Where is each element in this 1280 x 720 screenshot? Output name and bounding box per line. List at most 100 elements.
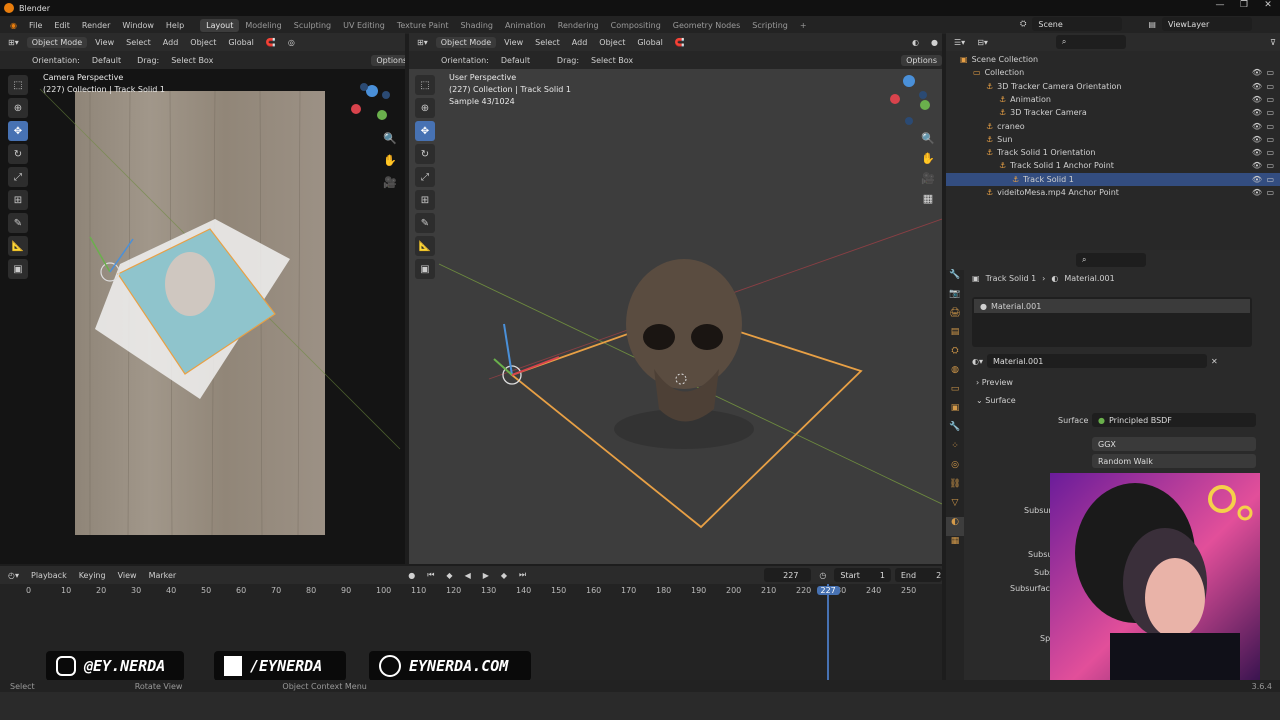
menu-file[interactable]: File: [23, 21, 48, 30]
world-tab-icon[interactable]: ◍: [946, 365, 964, 384]
outliner-item[interactable]: ⚓ Animation 👁 ▭: [946, 93, 1280, 106]
select-box-icon-right[interactable]: ⬚: [415, 75, 435, 95]
timeline-menu-view[interactable]: View: [114, 570, 141, 581]
constraints-tab-icon[interactable]: ⛓: [946, 479, 964, 498]
play-reverse-icon[interactable]: ◀: [461, 570, 475, 581]
preview-section[interactable]: › Preview: [976, 378, 1013, 387]
render-camera-icon[interactable]: ▭: [1266, 188, 1274, 197]
outliner-item[interactable]: ⚓ Track Solid 1 👁 ▭: [946, 172, 1280, 186]
outliner-item[interactable]: ⚓ craneo 👁 ▭: [946, 120, 1280, 133]
scale-icon[interactable]: ⤢: [8, 167, 28, 187]
editor-type-icon-right[interactable]: ⊞▾: [413, 37, 432, 48]
workspace-tab-sculpting[interactable]: Sculpting: [288, 19, 337, 32]
pan-hand-icon[interactable]: ✋: [381, 151, 399, 169]
material-name-field[interactable]: Material.001: [987, 354, 1207, 368]
outliner-item[interactable]: ⚓ Track Solid 1 Anchor Point 👁 ▭: [946, 159, 1280, 172]
next-key-icon[interactable]: ◆: [497, 570, 511, 581]
prev-key-icon[interactable]: ◆: [442, 570, 456, 581]
modifier-tab-icon[interactable]: 🔧: [946, 422, 964, 441]
timeline-menu-playback[interactable]: Playback: [27, 570, 71, 581]
annotate-icon-right[interactable]: ✎: [415, 213, 435, 233]
outliner-item[interactable]: ▣ Scene Collection: [946, 53, 1280, 66]
scene-selector[interactable]: Scene: [1032, 17, 1123, 31]
render-camera-icon[interactable]: ▭: [1266, 148, 1274, 157]
left-orientation-dropdown[interactable]: Default: [88, 55, 125, 66]
outliner-item[interactable]: ⚓ videitoMesa.mp4 Anchor Point 👁 ▭: [946, 186, 1280, 199]
visibility-eye-icon[interactable]: 👁: [1252, 135, 1262, 144]
grid-icon-right[interactable]: ▦: [919, 189, 937, 207]
workspace-tab-uv-editing[interactable]: UV Editing: [337, 19, 391, 32]
left-menu-object[interactable]: Object: [186, 37, 220, 48]
render-camera-icon[interactable]: ▭: [1266, 95, 1274, 104]
outliner-editor-icon[interactable]: ☰▾: [950, 37, 969, 48]
render-camera-icon[interactable]: ▭: [1266, 108, 1274, 117]
left-navigation-gizmo[interactable]: [346, 75, 392, 123]
play-icon[interactable]: ▶: [479, 570, 493, 581]
view-layer-tab-icon[interactable]: ▤: [946, 327, 964, 346]
right-viewport[interactable]: User Perspective (227) Collection | Trac…: [409, 69, 942, 564]
workspace-tab-shading[interactable]: Shading: [454, 19, 499, 32]
left-options-button[interactable]: Options: [371, 54, 405, 66]
outliner-item[interactable]: ⚓ Sun 👁 ▭: [946, 133, 1280, 146]
add-cube-icon[interactable]: ▣: [8, 259, 28, 279]
filter-icon[interactable]: ⊽: [1266, 37, 1280, 48]
workspace-tab-geometry-nodes[interactable]: Geometry Nodes: [667, 19, 746, 32]
visibility-eye-icon[interactable]: 👁: [1252, 175, 1262, 184]
jump-start-icon[interactable]: ⏮: [423, 569, 438, 581]
workspace-tab-animation[interactable]: Animation: [499, 19, 552, 32]
blender-menu-icon[interactable]: ◉: [4, 21, 23, 30]
render-tab-icon[interactable]: 📷: [946, 289, 964, 308]
visibility-eye-icon[interactable]: 👁: [1252, 108, 1262, 117]
object-tab-icon[interactable]: ▣: [946, 403, 964, 422]
annotate-icon[interactable]: ✎: [8, 213, 28, 233]
left-drag-dropdown[interactable]: Select Box: [167, 55, 217, 66]
render-camera-icon[interactable]: ▭: [1266, 175, 1274, 184]
output-tab-icon[interactable]: 🖨: [946, 308, 964, 327]
select-box-icon[interactable]: ⬚: [8, 75, 28, 95]
outliner-search-input[interactable]: ⌕: [1055, 35, 1126, 49]
left-menu-add[interactable]: Add: [159, 37, 183, 48]
data-tab-icon[interactable]: ▽: [946, 498, 964, 517]
cursor-icon-right[interactable]: ⊕: [415, 98, 435, 118]
collection-tab-icon[interactable]: ▭: [946, 384, 964, 403]
workspace-tab-compositing[interactable]: Compositing: [605, 19, 667, 32]
render-camera-icon[interactable]: ▭: [1266, 161, 1274, 170]
tool-tab-icon[interactable]: 🔧: [946, 270, 964, 289]
surface-shader-field[interactable]: ● Principled BSDF: [1092, 413, 1256, 427]
workspace-tab-scripting[interactable]: Scripting: [746, 19, 794, 32]
visibility-eye-icon[interactable]: 👁: [1252, 122, 1262, 131]
outliner-display-mode-icon[interactable]: ⊟▾: [973, 37, 992, 48]
right-options-button[interactable]: Options: [901, 54, 942, 66]
right-menu-select[interactable]: Select: [531, 37, 564, 48]
playhead[interactable]: [826, 584, 829, 680]
outliner-item[interactable]: ▭ Collection 👁 ▭: [946, 66, 1280, 79]
visibility-eye-icon[interactable]: 👁: [1252, 161, 1262, 170]
visibility-eye-icon[interactable]: 👁: [1252, 148, 1262, 157]
workspace-tab-layout[interactable]: Layout: [200, 18, 240, 32]
workspace-tab-modeling[interactable]: Modeling: [239, 19, 287, 32]
measure-icon[interactable]: 📐: [8, 236, 28, 256]
transform-icon-right[interactable]: ⊞: [415, 190, 435, 210]
visibility-eye-icon[interactable]: 👁: [1252, 82, 1262, 91]
left-mode-dropdown[interactable]: Object Mode: [26, 36, 88, 48]
particles-tab-icon[interactable]: ⁘: [946, 441, 964, 460]
measure-icon-right[interactable]: 📐: [415, 236, 435, 256]
outliner-item[interactable]: ⚓ 3D Tracker Camera 👁 ▭: [946, 106, 1280, 119]
playhead-label[interactable]: 227: [816, 586, 840, 595]
right-drag-dropdown[interactable]: Select Box: [587, 55, 637, 66]
timeline-menu-keying[interactable]: Keying: [75, 570, 110, 581]
workspace-tab-rendering[interactable]: Rendering: [552, 19, 605, 32]
zoom-icon[interactable]: 🔍: [381, 129, 399, 147]
visibility-eye-icon[interactable]: 👁: [1252, 68, 1262, 77]
material-unlink-icon[interactable]: ✕: [1211, 357, 1218, 366]
menu-help[interactable]: Help: [160, 21, 190, 30]
zoom-icon-right[interactable]: 🔍: [919, 129, 937, 147]
material-browse-icon[interactable]: ◐▾: [972, 357, 983, 366]
left-transform-dropdown[interactable]: Global: [224, 37, 258, 48]
add-workspace-icon[interactable]: +: [794, 19, 813, 32]
menu-edit[interactable]: Edit: [48, 21, 76, 30]
right-menu-view[interactable]: View: [500, 37, 527, 48]
left-menu-view[interactable]: View: [91, 37, 118, 48]
render-camera-icon[interactable]: ▭: [1266, 82, 1274, 91]
render-camera-icon[interactable]: ▭: [1266, 68, 1274, 77]
